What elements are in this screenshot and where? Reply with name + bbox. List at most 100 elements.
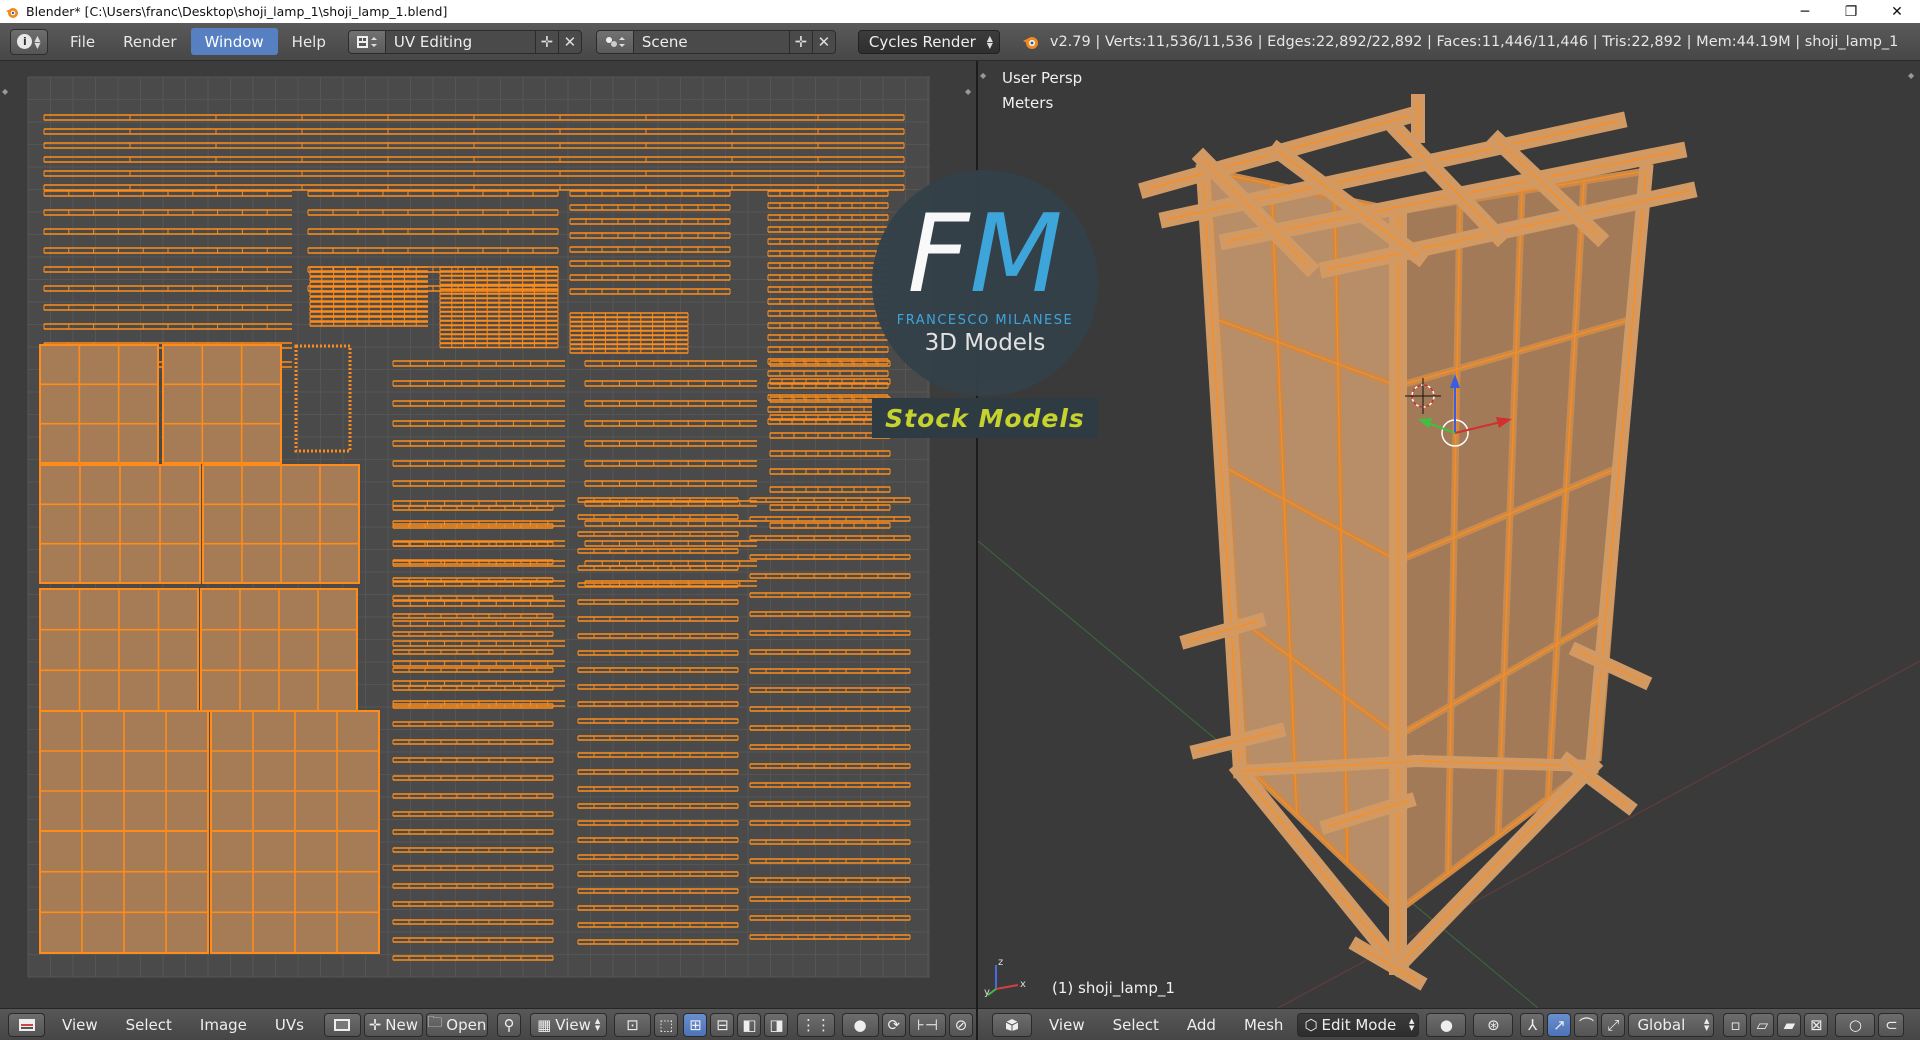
proportional-edit-select[interactable]: ● (841, 1012, 879, 1037)
view3d-menu-mesh[interactable]: Mesh (1230, 1016, 1298, 1034)
new-image-button[interactable]: ✛ New (364, 1012, 423, 1037)
unit-system: Meters (1002, 94, 1054, 112)
3d-view-header: View Select Add Mesh ⬡ Edit Mode ▲ ▼ ● ⊛ … (978, 1008, 1920, 1040)
3d-viewport[interactable]: User Persp Meters (1) shoji_lamp_1 z x y… (978, 61, 1920, 1008)
editor-type-selector[interactable] (992, 1012, 1032, 1037)
vertex-select-mode[interactable]: ⊞ (683, 1012, 708, 1037)
face-select-mode-3d[interactable]: ▰ (1777, 1012, 1802, 1037)
proportional-icon: ● (853, 1015, 867, 1034)
edge-select-mode-3d[interactable]: ▱ (1750, 1012, 1775, 1037)
screen-layout-field[interactable]: UV Editing ✛ ✕ (347, 29, 582, 54)
window-title-bar: Blender* [C:\Users\franc\Desktop\shoji_l… (0, 0, 1920, 23)
uv-menu-uvs[interactable]: UVs (261, 1016, 318, 1034)
toolshelf-toggle-icon[interactable]: ◆ (2, 87, 8, 96)
scale-icon: ⤢ (1607, 1015, 1620, 1034)
snap-element-select[interactable]: ⊦⊣ (908, 1012, 946, 1037)
menu-help[interactable]: Help (278, 28, 340, 55)
scale-manipulator[interactable]: ⤢ (1601, 1012, 1626, 1037)
view-mode-select[interactable]: ▦ View ▲ ▼ (530, 1012, 608, 1037)
snap-toggle[interactable]: ⟳ (881, 1012, 906, 1037)
transform-orientation-select[interactable]: Global ▲ ▼ (1628, 1012, 1715, 1037)
menu-file[interactable]: File (56, 28, 109, 55)
minimize-button[interactable]: ─ (1782, 0, 1828, 23)
svg-text:y: y (984, 987, 990, 998)
blender-logo-icon (1022, 34, 1040, 50)
uv-canvas[interactable] (0, 61, 976, 1008)
magnet-icon: ⊂ (1885, 1015, 1898, 1034)
add-scene-icon[interactable]: ✛ (788, 30, 812, 53)
translate-icon: ↗ (1553, 1015, 1566, 1034)
pin-icon: ⚲ (503, 1015, 515, 1034)
limit-selection-icon: ⊠ (1810, 1015, 1823, 1034)
rotate-manipulator[interactable]: ⌒ (1574, 1012, 1599, 1037)
uv-menu-image[interactable]: Image (186, 1016, 261, 1034)
blender-app-icon (4, 4, 20, 20)
face-select-mode[interactable]: ◧ (737, 1012, 762, 1037)
logo-letters: FM (907, 192, 1063, 317)
menu-render[interactable]: Render (109, 28, 190, 55)
view3d-menu-select[interactable]: Select (1099, 1016, 1173, 1034)
info-header: i ▲ ▼ File Render Window Help UV Editing … (0, 23, 1920, 61)
scene-icon[interactable] (596, 30, 634, 53)
maximize-button[interactable]: ❐ (1828, 0, 1874, 23)
pin-image-button[interactable]: ⚲ (496, 1012, 522, 1037)
shading-solid-icon: ● (1439, 1015, 1453, 1034)
view-mode-label: View (555, 1015, 591, 1034)
folder-icon: 🗀 (427, 1013, 443, 1031)
cursor-icon: ⬚ (659, 1015, 674, 1034)
uv-image-editor[interactable]: ◆ ◆ (0, 61, 976, 1008)
orientation-label: Global (1637, 1015, 1686, 1034)
island-select-mode[interactable]: ◨ (764, 1012, 789, 1037)
uv-sculpt-toggle[interactable]: ⊘ (949, 1012, 973, 1037)
view3d-menu-view[interactable]: View (1035, 1016, 1099, 1034)
sticky-icon: ⋮⋮ (801, 1015, 831, 1034)
render-engine-label[interactable]: Cycles Render (869, 33, 987, 51)
properties-toggle-icon[interactable]: ◆ (965, 87, 971, 96)
pivot-point-select[interactable]: ⊛ (1473, 1012, 1514, 1037)
menu-window[interactable]: Window (190, 28, 278, 55)
face-select-icon: ▰ (1783, 1015, 1796, 1034)
snap-element-icon: ⊦⊣ (917, 1015, 938, 1034)
image-icon (334, 1018, 351, 1031)
edit-mode-icon: ⬡ (1304, 1015, 1318, 1034)
add-screen-icon[interactable]: ✛ (534, 30, 558, 53)
screen-layout-icon[interactable] (348, 30, 386, 53)
interaction-mode-select[interactable]: ⬡ Edit Mode ▲ ▼ (1297, 1012, 1420, 1037)
toolshelf-toggle-icon[interactable]: ◆ (980, 71, 986, 80)
logo-brand-name: FRANCESCO MILANESE (896, 313, 1074, 328)
manipulator-toggle[interactable]: ⅄ (1520, 1012, 1545, 1037)
uv-menu-view[interactable]: View (48, 1016, 112, 1034)
editor-type-selector[interactable]: i ▲ ▼ (10, 28, 48, 55)
proportional-edit-select-3d[interactable]: ○ (1835, 1012, 1876, 1037)
proportional-icon: ○ (1848, 1015, 1862, 1034)
scene-field[interactable]: Scene ✛ ✕ (595, 29, 836, 54)
pivot-select[interactable]: ⊡ (614, 1012, 652, 1037)
snap-toggle-3d[interactable]: ⊂ (1878, 1012, 1905, 1037)
properties-toggle-icon[interactable]: ◆ (1908, 71, 1914, 80)
editor-type-selector[interactable] (8, 1012, 46, 1037)
sync-selection-toggle[interactable]: ⬚ (654, 1012, 679, 1037)
scene-name[interactable]: Scene (634, 33, 789, 51)
uv-menu-select[interactable]: Select (112, 1016, 186, 1034)
vertex-select-mode-3d[interactable]: ▫ (1723, 1012, 1748, 1037)
transform-manipulator[interactable] (1388, 366, 1548, 486)
uv-panel-island (162, 344, 282, 464)
remove-scene-icon[interactable]: ✕ (811, 30, 835, 53)
view3d-menu-add[interactable]: Add (1173, 1016, 1230, 1034)
pivot-point-icon: ⊛ (1487, 1015, 1500, 1034)
3d-view-icon (1005, 1018, 1019, 1031)
image-browse-button[interactable] (323, 1012, 361, 1037)
open-image-button[interactable]: 🗀 Open (425, 1012, 488, 1037)
render-engine-select[interactable]: Cycles Render ▲ ▼ (857, 29, 1000, 54)
close-window-button[interactable]: ✕ (1874, 0, 1920, 23)
translate-manipulator[interactable]: ↗ (1547, 1012, 1572, 1037)
shoji-lamp-mesh[interactable] (978, 61, 1920, 1008)
sticky-selection-select[interactable]: ⋮⋮ (797, 1012, 835, 1037)
island-mode-icon: ◨ (769, 1015, 784, 1034)
edge-select-mode[interactable]: ⊟ (710, 1012, 735, 1037)
viewport-shading-select[interactable]: ● (1426, 1012, 1467, 1037)
info-icon: i (17, 34, 33, 49)
remove-screen-icon[interactable]: ✕ (557, 30, 581, 53)
limit-selection-toggle[interactable]: ⊠ (1804, 1012, 1829, 1037)
screen-layout-name[interactable]: UV Editing (386, 33, 535, 51)
